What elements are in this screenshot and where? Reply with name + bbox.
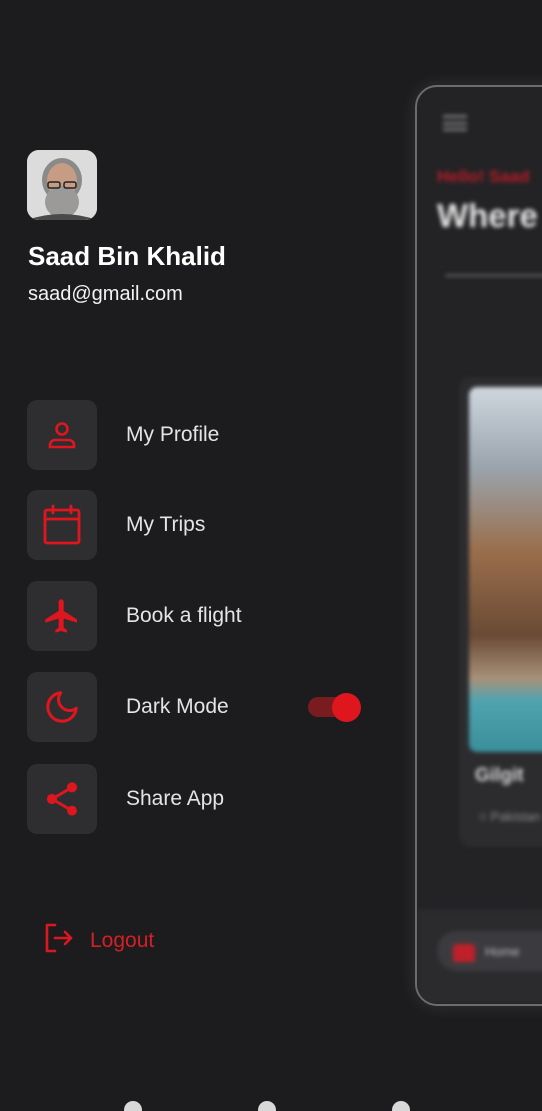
menu-item-my-profile[interactable]: My Profile	[27, 400, 387, 470]
menu-item-my-trips[interactable]: My Trips	[27, 490, 387, 560]
bottom-nav: Home	[417, 909, 542, 1004]
menu-item-label: My Trips	[126, 513, 206, 536]
destination-photo	[469, 387, 542, 752]
moon-icon	[27, 672, 97, 742]
preview-heading: Where	[437, 197, 538, 234]
app-preview-panel[interactable]: Hello! Saad Where Gilgit ⌾ Pakistan Home	[415, 85, 542, 1006]
user-name: Saad Bin Khalid	[28, 241, 226, 271]
menu-item-label: Book a flight	[126, 604, 242, 627]
share-icon	[27, 764, 97, 834]
system-navigation-bar	[0, 1099, 542, 1111]
avatar	[27, 150, 97, 220]
system-home-icon[interactable]	[258, 1101, 276, 1111]
menu-item-label: Dark Mode	[126, 695, 229, 718]
menu-icon	[443, 115, 467, 131]
person-icon	[27, 400, 97, 470]
logout-label: Logout	[90, 928, 155, 952]
nav-home-label: Home	[485, 944, 520, 959]
logout-button[interactable]: Logout	[44, 922, 154, 959]
system-back-icon[interactable]	[124, 1101, 142, 1111]
menu-item-book-a-flight[interactable]: Book a flight	[27, 581, 387, 651]
destination-location: ⌾ Pakistan	[479, 809, 541, 824]
menu-item-label: Share App	[126, 787, 225, 810]
logout-icon	[44, 922, 74, 959]
system-recents-icon[interactable]	[392, 1101, 410, 1111]
preview-search-bar	[445, 274, 542, 277]
calendar-icon	[27, 490, 97, 560]
menu-item-label: My Profile	[126, 423, 220, 446]
toggle-thumb	[332, 693, 361, 722]
home-icon	[453, 944, 475, 962]
airplane-icon	[27, 581, 97, 651]
dark-mode-toggle[interactable]	[308, 693, 364, 722]
menu-item-share-app[interactable]: Share App	[27, 764, 387, 834]
user-email: saad@gmail.com	[28, 283, 183, 305]
destination-name: Gilgit	[475, 765, 524, 786]
preview-greeting: Hello! Saad	[437, 167, 530, 186]
